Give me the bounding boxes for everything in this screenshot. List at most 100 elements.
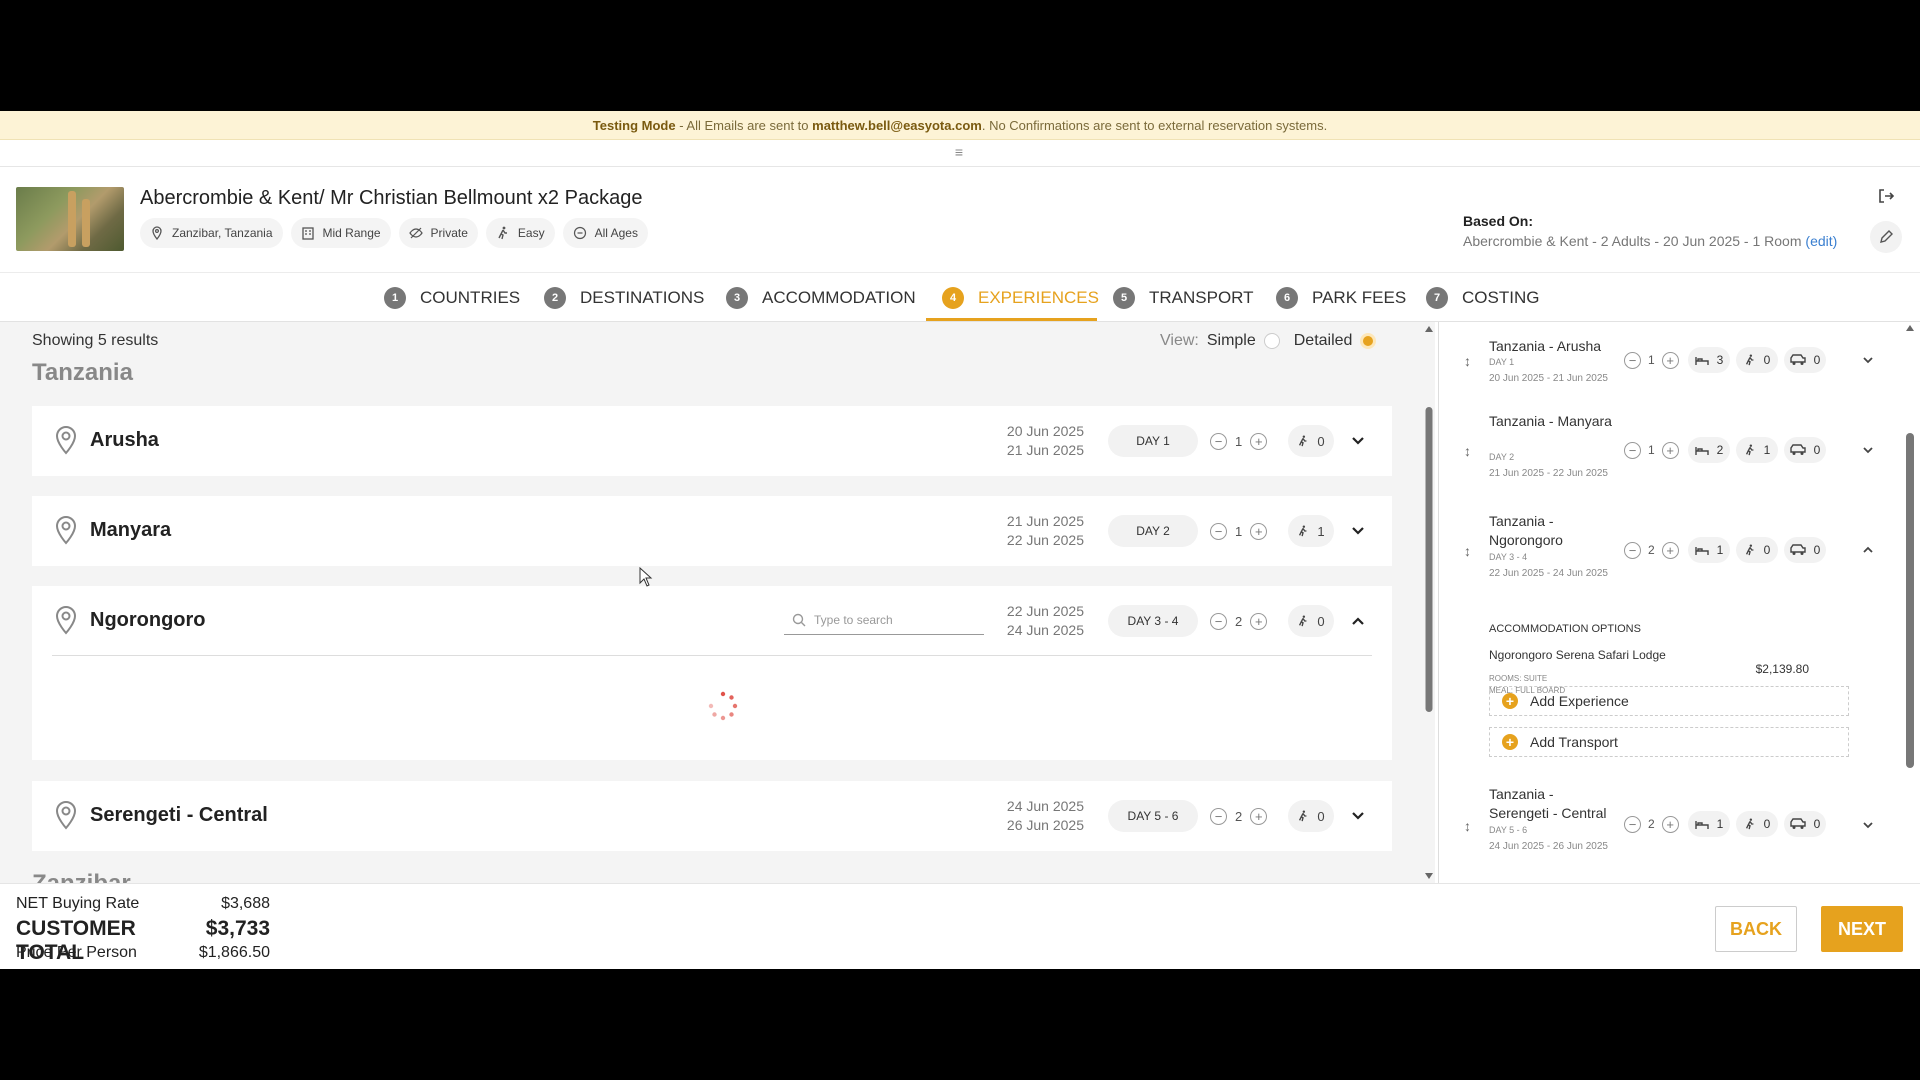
itinerary-date-range: 21 Jun 2025 - 22 Jun 2025 xyxy=(1489,468,1608,479)
divider xyxy=(52,655,1372,656)
view-detailed-label[interactable]: Detailed xyxy=(1294,332,1353,350)
itinerary-item-manyara[interactable]: ↕ Tanzania - Manyara DAY 2 21 Jun 2025 -… xyxy=(1439,402,1879,502)
chevron-down-icon[interactable] xyxy=(1861,818,1875,832)
drag-handle-icon[interactable]: ↕ xyxy=(1464,353,1471,369)
hiker-icon xyxy=(1299,435,1307,447)
view-detailed-radio[interactable] xyxy=(1360,333,1377,349)
step-number: 1 xyxy=(384,286,406,309)
increment-button[interactable]: + xyxy=(1661,541,1679,559)
net-value: $3,688 xyxy=(221,895,270,912)
net-buying-rate: NET Buying Rate $3,688 xyxy=(16,895,270,913)
location-pin-icon xyxy=(55,425,77,455)
drag-handle-icon[interactable]: ↕ xyxy=(1464,818,1471,834)
bed-value: 1 xyxy=(1716,817,1724,831)
tag-range: Mid Range xyxy=(290,218,391,248)
drag-handle-icon[interactable]: ↕ xyxy=(1464,543,1471,559)
country-heading: Tanzania xyxy=(32,359,133,386)
activities-count: 0 xyxy=(1288,605,1334,637)
based-on-edit-link[interactable]: (edit) xyxy=(1805,233,1837,249)
tag-ages: All Ages xyxy=(562,218,648,248)
banner-mode: Testing Mode xyxy=(592,118,676,133)
increment-button[interactable]: + xyxy=(1250,612,1268,630)
experience-search-input[interactable]: Type to search xyxy=(784,605,984,635)
eye-off-icon xyxy=(408,227,423,239)
destination-card-ngorongoro[interactable]: Ngorongoro Type to search 22 Jun 2025 24 … xyxy=(32,586,1392,760)
scrollbar[interactable] xyxy=(1424,322,1434,883)
decrement-button[interactable]: − xyxy=(1624,541,1641,559)
increment-button[interactable]: + xyxy=(1661,441,1679,459)
price-per-person: Price Per Person $1,866.50 xyxy=(16,944,270,962)
accommodation-price: $2,139.80 xyxy=(1755,662,1809,676)
chevron-up-icon[interactable] xyxy=(1861,543,1875,557)
day-badge: DAY 3 - 4 xyxy=(1108,605,1198,637)
tag-label: Private xyxy=(430,226,468,240)
transport-value: 0 xyxy=(1813,543,1821,557)
drawer-handle-icon[interactable]: ≡ xyxy=(952,144,966,160)
edit-button[interactable] xyxy=(1870,221,1902,253)
scrollbar[interactable] xyxy=(1906,433,1914,768)
increment-button[interactable]: + xyxy=(1250,807,1268,825)
step-costing[interactable]: 7 COSTING xyxy=(1426,273,1539,322)
nights-stepper: −1 + xyxy=(1624,441,1682,459)
tag-difficulty: Easy xyxy=(485,218,555,248)
activities-value: 0 xyxy=(1763,353,1771,367)
hotel-icon xyxy=(301,227,314,240)
itinerary-item-arusha[interactable]: ↕ Tanzania - Arusha DAY 1 20 Jun 2025 - … xyxy=(1439,322,1879,402)
chevron-down-icon[interactable] xyxy=(1350,433,1366,449)
decrement-button[interactable]: − xyxy=(1210,522,1227,540)
chevron-down-icon[interactable] xyxy=(1350,523,1366,539)
add-experience-button[interactable]: + Add Experience xyxy=(1489,686,1849,716)
step-experiences[interactable]: 4 EXPERIENCES xyxy=(942,273,1099,322)
scroll-up-arrow-icon[interactable] xyxy=(1906,324,1914,332)
increment-button[interactable]: + xyxy=(1250,432,1268,450)
chevron-down-icon[interactable] xyxy=(1861,353,1875,367)
decrement-button[interactable]: − xyxy=(1210,612,1227,630)
date-from: 21 Jun 2025 xyxy=(1006,513,1084,529)
itinerary-item-ngorongoro[interactable]: ↕ Tanzania - Ngorongoro DAY 3 - 4 22 Jun… xyxy=(1439,502,1879,602)
step-accommodation[interactable]: 3 ACCOMMODATION xyxy=(726,273,916,322)
step-park-fees[interactable]: 6 PARK FEES xyxy=(1276,273,1406,322)
next-button[interactable]: NEXT xyxy=(1821,906,1903,952)
step-destinations[interactable]: 2 DESTINATIONS xyxy=(544,273,704,322)
activities-count: 0 xyxy=(1288,425,1334,457)
transport-value: 0 xyxy=(1813,353,1821,367)
destination-card-serengeti-central[interactable]: Serengeti - Central 24 Jun 2025 26 Jun 20… xyxy=(32,781,1392,851)
chevron-up-icon[interactable] xyxy=(1350,613,1366,629)
chevron-down-icon[interactable] xyxy=(1861,443,1875,457)
transport-count: 0 xyxy=(1784,347,1826,373)
increment-button[interactable]: + xyxy=(1661,815,1679,833)
date-to: 21 Jun 2025 xyxy=(1006,442,1084,458)
step-label: PARK FEES xyxy=(1312,287,1407,307)
destination-dates: 21 Jun 2025 22 Jun 2025 xyxy=(972,512,1084,550)
destination-dates: 24 Jun 2025 26 Jun 2025 xyxy=(972,797,1084,835)
view-simple-radio[interactable] xyxy=(1263,333,1280,349)
decrement-button[interactable]: − xyxy=(1210,432,1227,450)
decrement-button[interactable]: − xyxy=(1210,807,1227,825)
add-transport-label: Add Transport xyxy=(1530,734,1618,750)
step-transport[interactable]: 5 TRANSPORT xyxy=(1113,273,1254,322)
add-transport-button[interactable]: + Add Transport xyxy=(1489,727,1849,757)
itinerary-controls: −2 + 1 0 0 xyxy=(1624,811,1826,837)
bed-icon xyxy=(1694,821,1709,829)
destination-card-arusha[interactable]: Arusha 20 Jun 2025 21 Jun 2025 DAY 1 −1 + … xyxy=(32,406,1392,476)
decrement-button[interactable]: − xyxy=(1624,815,1641,833)
itinerary-day: DAY 2 xyxy=(1489,452,1515,462)
decrement-button[interactable]: − xyxy=(1624,441,1641,459)
destination-card-manyara[interactable]: Manyara 21 Jun 2025 22 Jun 2025 DAY 2 −1 +… xyxy=(32,496,1392,566)
chevron-down-icon[interactable] xyxy=(1350,808,1366,824)
increment-button[interactable]: + xyxy=(1250,522,1268,540)
transport-count: 0 xyxy=(1784,811,1826,837)
itinerary-item-serengeti-central[interactable]: ↕ Tanzania - Serengeti - Central DAY 5 -… xyxy=(1439,775,1879,883)
increment-button[interactable]: + xyxy=(1661,351,1679,369)
step-countries[interactable]: 1 COUNTRIES xyxy=(384,273,520,322)
view-simple-label[interactable]: Simple xyxy=(1207,332,1256,350)
hiker-icon xyxy=(1299,810,1307,822)
loading-spinner-icon xyxy=(708,691,738,721)
date-from: 24 Jun 2025 xyxy=(1006,798,1084,814)
vehicle-icon xyxy=(1789,544,1806,555)
decrement-button[interactable]: − xyxy=(1624,351,1641,369)
drag-handle-icon[interactable]: ↕ xyxy=(1464,443,1471,459)
app-window: Testing Mode - All Emails are sent to ma… xyxy=(0,111,1920,969)
back-button[interactable]: BACK xyxy=(1715,906,1797,952)
exit-icon[interactable] xyxy=(1876,186,1896,206)
